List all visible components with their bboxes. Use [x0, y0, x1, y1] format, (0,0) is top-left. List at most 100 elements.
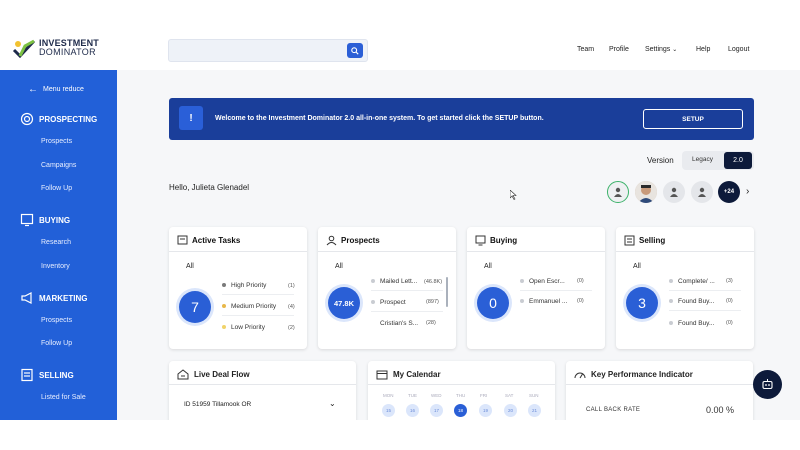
selling-icon	[624, 235, 635, 246]
calendar-date[interactable]: 20	[504, 404, 517, 417]
sidebar-item-research[interactable]: Research	[41, 239, 71, 246]
buying-icon	[20, 213, 34, 227]
nav-team[interactable]: Team	[577, 46, 594, 53]
selling-card: Selling All 3 Complete/ ... (3) Found Bu…	[616, 227, 754, 349]
item-count: (0)	[726, 298, 733, 304]
search-input[interactable]	[168, 39, 368, 62]
scrollbar[interactable]	[446, 277, 448, 307]
calendar-date[interactable]: 17	[430, 404, 443, 417]
sidebar-item-marketing-follow-up[interactable]: Follow Up	[41, 340, 72, 347]
menu-reduce-button[interactable]: ← Menu reduce	[28, 84, 84, 95]
sidebar-item-prospects[interactable]: Prospects	[41, 138, 72, 145]
arrow-left-icon: ←	[28, 84, 38, 95]
sidebar-section-marketing[interactable]: MARKETING	[20, 291, 87, 305]
list-item[interactable]: Emmanuel ...	[520, 298, 567, 305]
prospects-card: Prospects All 47.8K Mailed Lett... (46.8…	[318, 227, 456, 349]
item-count: (28)	[426, 320, 436, 326]
greeting: Hello, Julieta Glenadel	[169, 183, 250, 192]
list-item[interactable]: Prospect	[371, 299, 406, 306]
setup-button[interactable]: SETUP	[643, 109, 743, 129]
sidebar-section-buying[interactable]: BUYING	[20, 213, 70, 227]
item-count: (4)	[288, 304, 295, 310]
card-title: My Calendar	[393, 370, 441, 379]
list-item[interactable]: Found Buy...	[669, 320, 714, 327]
item-count: (2)	[288, 325, 295, 331]
sidebar-section-prospecting[interactable]: PROSPECTING	[20, 112, 97, 126]
megaphone-icon	[20, 291, 34, 305]
card-title: Active Tasks	[192, 236, 241, 245]
search-button[interactable]	[347, 43, 363, 58]
nav-help[interactable]: Help	[696, 46, 710, 53]
item-count: (897)	[426, 299, 439, 305]
nav-settings[interactable]: Settings ⌄	[645, 46, 677, 53]
filter-all[interactable]: All	[186, 263, 194, 270]
calendar-date[interactable]: 15	[382, 404, 395, 417]
kpi-label: CALL BACK RATE	[586, 407, 641, 413]
card-title: Live Deal Flow	[194, 370, 250, 379]
weekday-label: FRI	[480, 393, 488, 398]
bottom-strip	[0, 420, 800, 450]
version-current-option[interactable]: 2.0	[724, 152, 752, 169]
avatar[interactable]	[691, 181, 713, 203]
filter-all[interactable]: All	[633, 263, 641, 270]
filter-all[interactable]: All	[484, 263, 492, 270]
logo-icon	[12, 38, 36, 59]
list-item[interactable]: Cristian's S...	[371, 320, 418, 327]
buying-card: Buying All 0 Open Escr... (0) Emmanuel .…	[467, 227, 605, 349]
avatar[interactable]	[607, 181, 629, 203]
calendar-date[interactable]: 16	[406, 404, 419, 417]
prospects-icon	[326, 235, 337, 246]
weekday-label: WED	[431, 393, 442, 398]
sidebar-item-marketing-prospects[interactable]: Prospects	[41, 317, 72, 324]
more-avatars-badge[interactable]: +24	[718, 181, 740, 203]
nav-logout[interactable]: Logout	[728, 46, 749, 53]
total-circle: 47.8K	[328, 287, 360, 319]
chevron-right-icon[interactable]: ›	[746, 186, 749, 197]
active-tasks-card: Active Tasks All 7 High Priority (1) Med…	[169, 227, 307, 349]
chat-bot-button[interactable]	[753, 370, 782, 399]
sidebar-item-campaigns[interactable]: Campaigns	[41, 162, 76, 169]
list-item[interactable]: Mailed Lett...	[371, 278, 417, 285]
avatar[interactable]	[663, 181, 685, 203]
list-item[interactable]: Complete/ ...	[669, 278, 715, 285]
user-photo-icon	[635, 181, 657, 203]
total-circle: 7	[179, 291, 211, 323]
weekday-label: MON	[383, 393, 394, 398]
calendar-date[interactable]: 21	[528, 404, 541, 417]
weekday-label: SAT	[505, 393, 514, 398]
chevron-down-icon[interactable]: ⌄	[329, 399, 336, 408]
list-item[interactable]: Low Priority	[222, 324, 265, 331]
version-toggle: Legacy 2.0	[682, 151, 754, 170]
mouse-cursor-icon	[509, 189, 517, 202]
card-title: Key Performance Indicator	[591, 370, 693, 379]
banner-text: Welcome to the Investment Dominator 2.0 …	[215, 115, 544, 122]
filter-all[interactable]: All	[335, 263, 343, 270]
sidebar-section-selling[interactable]: SELLING	[20, 368, 74, 382]
item-count: (0)	[577, 278, 584, 284]
brand-logo[interactable]: INVESTMENT DOMINATOR	[12, 38, 99, 59]
sidebar-item-listed-for-sale[interactable]: Listed for Sale	[41, 394, 86, 401]
version-legacy-option[interactable]: Legacy	[692, 156, 713, 163]
item-count: (0)	[726, 320, 733, 326]
card-title: Prospects	[341, 236, 380, 245]
user-icon	[614, 187, 622, 197]
calendar-date-today[interactable]: 18	[454, 404, 467, 417]
calendar-date[interactable]: 19	[479, 404, 492, 417]
selling-icon	[20, 368, 34, 382]
list-item[interactable]: Medium Priority	[222, 303, 276, 310]
sidebar-item-follow-up[interactable]: Follow Up	[41, 185, 72, 192]
deal-select[interactable]: ID 51959 Tillamook OR	[184, 401, 251, 408]
list-item[interactable]: Open Escr...	[520, 278, 565, 285]
item-count: (46.8K)	[424, 279, 443, 285]
total-circle: 0	[477, 287, 509, 319]
weekday-label: TUE	[408, 393, 417, 398]
nav-profile[interactable]: Profile	[609, 46, 629, 53]
list-item[interactable]: Found Buy...	[669, 298, 714, 305]
avatar[interactable]	[635, 181, 657, 203]
sidebar-item-inventory[interactable]: Inventory	[41, 263, 70, 270]
list-item[interactable]: High Priority	[222, 282, 266, 289]
house-icon	[177, 369, 189, 380]
sidebar: ← Menu reduce PROSPECTING Prospects Camp…	[0, 70, 117, 420]
buying-icon	[475, 235, 486, 246]
top-header: INVESTMENT DOMINATOR Team Profile Settin…	[0, 0, 800, 70]
